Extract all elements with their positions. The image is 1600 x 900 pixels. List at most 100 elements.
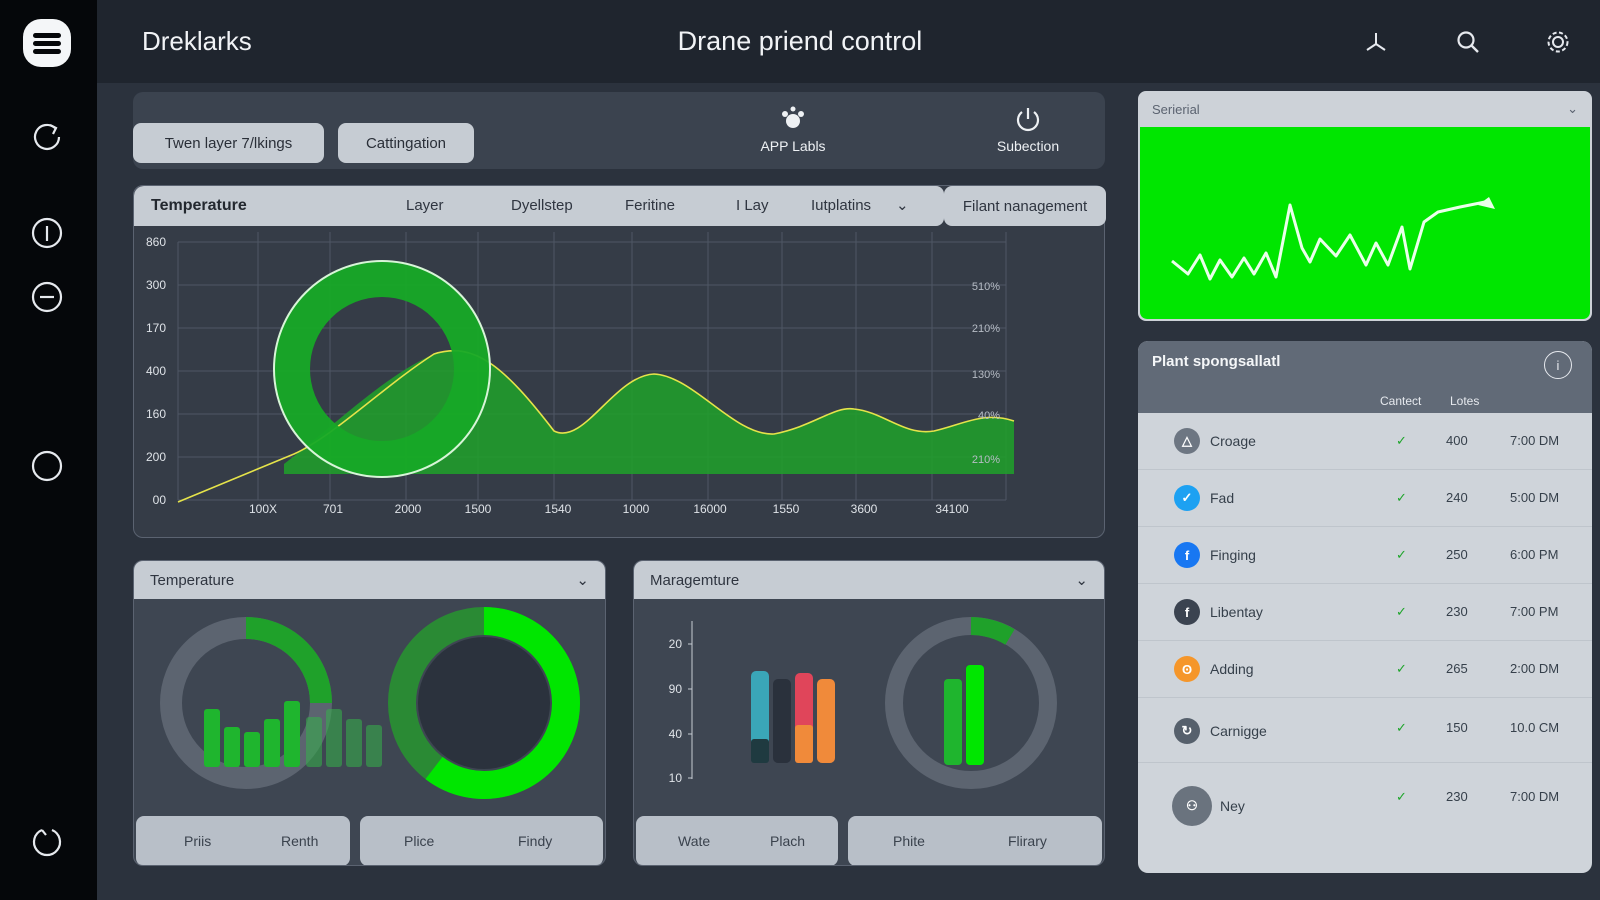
- row-count: 230: [1446, 789, 1468, 804]
- list-item[interactable]: ✓ Fad ✓ 240 5:00 DM: [1138, 470, 1592, 527]
- row-name: Carnigge: [1210, 723, 1267, 739]
- cattingation-button[interactable]: Cattingation: [338, 123, 474, 163]
- tab-i-lay[interactable]: I Lay: [736, 197, 769, 214]
- twen-layer-button[interactable]: Twen layer 7/lkings: [133, 123, 324, 163]
- main-chart-panel: Temperature Layer Dyellstep Feritine I L…: [133, 185, 1105, 538]
- leaf-icon: △: [1174, 428, 1200, 454]
- x-tick: 2000: [395, 502, 422, 516]
- list-item[interactable]: △ Croage ✓ 400 7:00 DM: [1138, 413, 1592, 470]
- x-tick: 701: [323, 502, 343, 516]
- pill-option-plice[interactable]: Plice: [404, 833, 434, 849]
- filant-management-button[interactable]: Filant nanagement: [944, 186, 1106, 226]
- temperature-widget-header[interactable]: Temperature ⌄: [134, 561, 605, 599]
- y-tick-right: 510%: [972, 281, 1000, 293]
- facebook-icon: f: [1174, 542, 1200, 568]
- y-tick-left: 400: [146, 364, 166, 378]
- x-tick: 3600: [851, 502, 878, 516]
- row-name: Ney: [1220, 798, 1245, 814]
- facebook-dark-icon: f: [1174, 599, 1200, 625]
- info-icon[interactable]: [28, 214, 66, 252]
- pill-option-plach[interactable]: Plach: [770, 833, 805, 849]
- subsection-tool[interactable]: Subection: [973, 106, 1083, 154]
- row-count: 150: [1446, 720, 1468, 735]
- list-item[interactable]: ⚇ Ney ✓ 230 7:00 DM: [1138, 763, 1592, 873]
- row-time: 5:00 DM: [1510, 490, 1560, 505]
- x-tick: 34100: [935, 502, 969, 516]
- x-tick: 1550: [773, 502, 800, 516]
- y-tick: 40: [669, 727, 683, 741]
- y-tick-left: 200: [146, 450, 166, 464]
- app-labels-label: APP Labls: [760, 138, 826, 154]
- tab-iutplatins[interactable]: Iutplatins: [811, 197, 871, 214]
- serial-panel: Serierial ⌄: [1138, 91, 1592, 321]
- y-tick: 90: [669, 682, 683, 696]
- management-widget: Maragemture ⌄ 20 90 40 10 Wate Plach Phi…: [633, 560, 1105, 866]
- list-item[interactable]: ʘ Adding ✓ 265 2:00 DM: [1138, 641, 1592, 698]
- list-item[interactable]: f Libentay ✓ 230 7:00 PM: [1138, 584, 1592, 641]
- management-widget-header[interactable]: Maragemture ⌄: [634, 561, 1104, 599]
- info-icon[interactable]: i: [1544, 351, 1572, 379]
- circle-icon[interactable]: [28, 447, 66, 485]
- row-count: 265: [1446, 661, 1468, 676]
- management-widget-chart: 20 90 40 10: [669, 617, 1057, 789]
- pill-option-flirary[interactable]: Flirary: [1008, 833, 1047, 849]
- row-time: 7:00 PM: [1510, 604, 1559, 619]
- chevron-down-icon: ⌄: [576, 572, 589, 589]
- check-icon: ✓: [1396, 490, 1407, 505]
- minus-icon[interactable]: [28, 278, 66, 316]
- col-lotes: Lotes: [1450, 394, 1480, 408]
- power-icon: [1016, 108, 1040, 132]
- row-count: 250: [1446, 547, 1468, 562]
- pill-option-priis[interactable]: Priis: [184, 833, 211, 849]
- twitter-icon: ✓: [1174, 485, 1200, 511]
- app-logo-icon[interactable]: [22, 18, 72, 68]
- refresh-icon[interactable]: [28, 118, 66, 156]
- power-cycle-icon[interactable]: [28, 822, 66, 860]
- top-bar: Dreklarks Drane priend control: [97, 0, 1600, 83]
- tab-layer[interactable]: Layer: [406, 197, 444, 214]
- pill-option-phite[interactable]: Phite: [893, 833, 925, 849]
- subsection-label: Subection: [996, 138, 1060, 154]
- col-contact: Cantect: [1380, 394, 1422, 408]
- pill-option-findy[interactable]: Findy: [518, 833, 552, 849]
- check-icon: ✓: [1396, 604, 1407, 619]
- y-tick: 10: [669, 771, 683, 785]
- temperature-chart: 860 300 170 400 160 200 00 510% 210% 130…: [146, 232, 1015, 516]
- check-icon: ✓: [1396, 720, 1407, 735]
- y-tick-left: 860: [146, 235, 166, 249]
- y-tick-left: 00: [153, 493, 167, 507]
- tab-temperature[interactable]: Temperature: [151, 197, 247, 215]
- row-count: 400: [1446, 433, 1468, 448]
- row-name: Fad: [1210, 490, 1235, 506]
- temperature-widget: Temperature ⌄ Priis Renth Plice Findy: [133, 560, 606, 866]
- row-count: 240: [1446, 490, 1468, 505]
- x-tick: 16000: [693, 502, 727, 516]
- list-item[interactable]: f Finging ✓ 250 6:00 PM: [1138, 527, 1592, 584]
- check-icon: ✓: [1396, 661, 1407, 676]
- sidebar: [0, 0, 97, 900]
- tab-feritine[interactable]: Feritine: [625, 197, 675, 214]
- pill-option-wate[interactable]: Wate: [678, 833, 710, 849]
- network-icon[interactable]: [1360, 26, 1392, 58]
- gear-icon[interactable]: [1542, 26, 1574, 58]
- avatar: ⚇: [1172, 786, 1212, 826]
- toolbar-panel: Twen layer 7/lkings Cattingation APP Lab…: [133, 92, 1105, 169]
- pill-option-renth[interactable]: Renth: [281, 833, 318, 849]
- row-name: Finging: [1210, 547, 1256, 563]
- row-time: 2:00 DM: [1510, 661, 1560, 676]
- plant-panel-title: Plant spongsallatl: [1152, 353, 1281, 370]
- refresh-badge-icon: ↻: [1174, 718, 1200, 744]
- drone-icon: [782, 106, 804, 128]
- search-icon[interactable]: [1452, 26, 1484, 58]
- serial-dropdown[interactable]: Serierial ⌄: [1138, 91, 1592, 127]
- y-tick-right: 130%: [972, 369, 1000, 381]
- row-time: 10.0 CM: [1510, 720, 1560, 735]
- list-item[interactable]: ↻ Carnigge ✓ 150 10.0 CM: [1138, 698, 1592, 763]
- plant-panel: Plant spongsallatl i Cantect Lotes △ Cro…: [1138, 341, 1592, 873]
- chevron-down-icon[interactable]: ⌄: [896, 196, 909, 214]
- pill-group-2: Plice Findy: [360, 816, 603, 865]
- row-time: 7:00 DM: [1510, 433, 1560, 448]
- tab-dyellstep[interactable]: Dyellstep: [511, 197, 573, 214]
- page-title: Drane priend control: [677, 26, 923, 56]
- app-labels-tool[interactable]: APP Labls: [738, 106, 848, 154]
